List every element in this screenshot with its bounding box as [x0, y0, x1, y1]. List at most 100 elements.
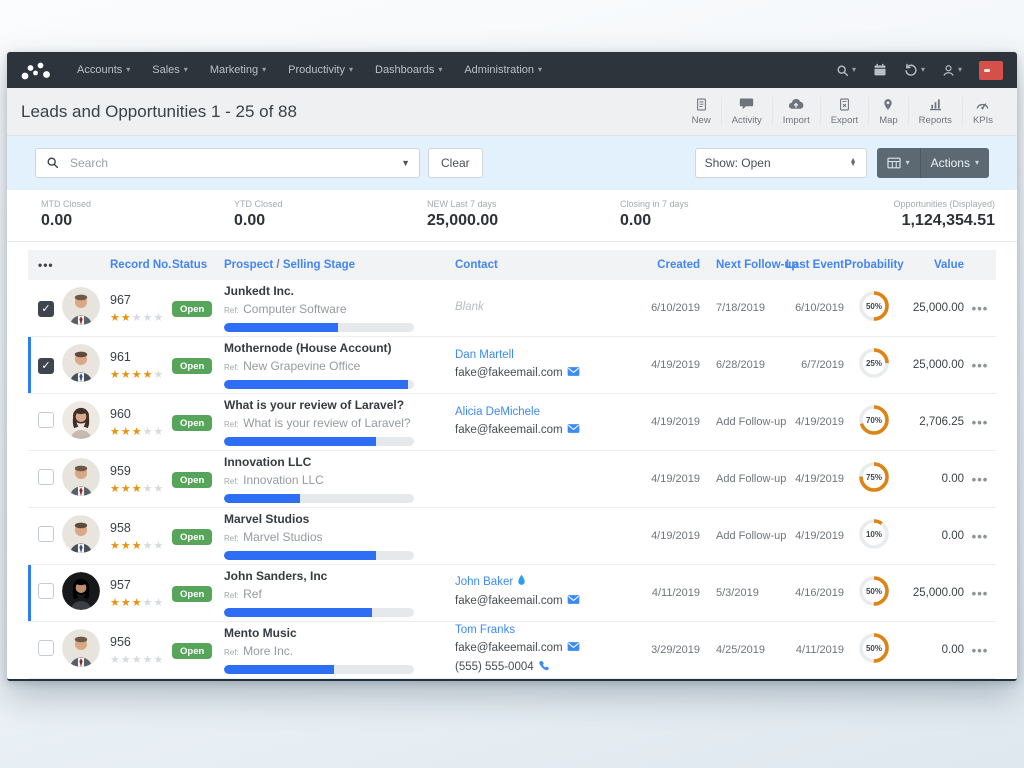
row-checkbox[interactable]: [38, 358, 54, 374]
history-button[interactable]: ▾: [904, 63, 925, 77]
row-menu-icon[interactable]: •••: [964, 415, 996, 430]
record-number[interactable]: 958: [110, 521, 172, 535]
apps-button[interactable]: [979, 61, 1003, 80]
row-checkbox[interactable]: [38, 640, 54, 656]
next-followup: Add Follow-up: [700, 416, 780, 428]
avatar[interactable]: [62, 344, 100, 382]
star-rating[interactable]: ★★★★★: [110, 311, 172, 324]
record-number[interactable]: 960: [110, 407, 172, 421]
col-next-followup[interactable]: Next Follow-up: [700, 259, 780, 271]
contact-name-link[interactable]: John Baker: [455, 576, 513, 588]
contact-name-link[interactable]: Tom Franks: [455, 624, 515, 636]
toolbar-reports-button[interactable]: Reports: [908, 97, 962, 126]
star-rating[interactable]: ★★★★★: [110, 425, 172, 438]
prospect-name[interactable]: Mento Music: [224, 626, 414, 640]
col-status[interactable]: Status: [172, 259, 224, 271]
col-probability[interactable]: Probability: [844, 259, 904, 271]
view-mode-button[interactable]: ▾: [877, 148, 920, 178]
prospect-name[interactable]: Marvel Studios: [224, 512, 414, 526]
calendar-button[interactable]: [873, 63, 887, 77]
search-input[interactable]: [35, 148, 420, 178]
avatar[interactable]: [62, 572, 100, 610]
avatar[interactable]: [62, 401, 100, 439]
record-number[interactable]: 961: [110, 350, 172, 364]
toolbar-kpis-button[interactable]: KPIs: [962, 97, 1003, 126]
row-checkbox[interactable]: [38, 526, 54, 542]
contact-email[interactable]: fake@fakeemail.com: [455, 367, 563, 379]
col-selling-stage[interactable]: Selling Stage: [283, 259, 355, 271]
row-menu-icon[interactable]: •••: [964, 643, 996, 658]
col-contact[interactable]: Contact: [440, 259, 638, 271]
probability-donut: 50%: [844, 630, 904, 671]
row-checkbox[interactable]: [38, 412, 54, 428]
nav-item-productivity[interactable]: Productivity▾: [288, 64, 353, 76]
star-rating[interactable]: ★★★★★: [110, 368, 172, 381]
col-record-no[interactable]: Record No.: [110, 259, 172, 271]
col-created[interactable]: Created: [638, 259, 700, 271]
col-prospect[interactable]: Prospect: [224, 259, 273, 271]
star-rating[interactable]: ★★★★★: [110, 596, 172, 609]
search-button[interactable]: ▾: [836, 64, 856, 77]
created-date: 3/29/2019: [638, 644, 700, 656]
record-number[interactable]: 967: [110, 293, 172, 307]
toolbar-map-button[interactable]: Map: [868, 97, 907, 126]
toolbar-new-button[interactable]: New: [682, 97, 721, 126]
contact-phone[interactable]: (555) 555-0004: [455, 661, 534, 673]
prospect-name[interactable]: John Sanders, Inc: [224, 569, 414, 583]
clear-button[interactable]: Clear: [428, 148, 483, 178]
row-checkbox[interactable]: [38, 583, 54, 599]
toolbar-activity-button[interactable]: Activity: [721, 97, 772, 126]
avatar[interactable]: [62, 287, 100, 325]
avatar[interactable]: [62, 629, 100, 667]
search-dropdown-caret-icon[interactable]: ▼: [401, 158, 410, 168]
nav-item-administration[interactable]: Administration▾: [464, 64, 542, 76]
caret-down-icon: ▾: [126, 66, 130, 74]
prospect-name[interactable]: Junkedt Inc.: [224, 284, 414, 298]
star-rating[interactable]: ★★★★★: [110, 539, 172, 552]
prospect-name[interactable]: Mothernode (House Account): [224, 341, 414, 355]
header-menu-icon[interactable]: •••: [28, 258, 62, 272]
avatar[interactable]: [62, 458, 100, 496]
next-followup: 7/18/2019: [700, 302, 780, 314]
avatar[interactable]: [62, 515, 100, 553]
prospect-name[interactable]: Innovation LLC: [224, 455, 414, 469]
toolbar-import-button[interactable]: Import: [772, 97, 820, 126]
col-last-event[interactable]: Last Event: [780, 259, 844, 271]
star-icon: ★: [154, 426, 165, 438]
record-number[interactable]: 956: [110, 635, 172, 649]
row-menu-icon[interactable]: •••: [964, 301, 996, 316]
app-logo-icon[interactable]: [21, 59, 51, 81]
contact-email[interactable]: fake@fakeemail.com: [455, 595, 563, 607]
nav-item-sales[interactable]: Sales▾: [152, 64, 188, 76]
row-checkbox[interactable]: [38, 301, 54, 317]
toolbar-export-button[interactable]: Export: [820, 97, 868, 126]
nav-item-dashboards[interactable]: Dashboards▾: [375, 64, 442, 76]
stat-value: 25,000.00: [427, 212, 620, 230]
toolbar-label: KPIs: [973, 115, 993, 126]
ref-label: Ref:: [224, 534, 239, 543]
nav-item-marketing[interactable]: Marketing▾: [210, 64, 266, 76]
record-number[interactable]: 959: [110, 464, 172, 478]
add-followup-link[interactable]: Add Follow-up: [716, 530, 786, 542]
col-value[interactable]: Value: [904, 259, 964, 271]
prospect-name[interactable]: What is your review of Laravel?: [224, 398, 414, 412]
nav-item-accounts[interactable]: Accounts▾: [77, 64, 130, 76]
show-filter-select[interactable]: Show: Open ▲▼: [695, 148, 867, 178]
contact-name-link[interactable]: Dan Martell: [455, 349, 514, 361]
star-rating[interactable]: ★★★★★: [110, 482, 172, 495]
row-menu-icon[interactable]: •••: [964, 586, 996, 601]
star-rating[interactable]: ★★★★★: [110, 653, 172, 666]
row-checkbox[interactable]: [38, 469, 54, 485]
row-menu-icon[interactable]: •••: [964, 472, 996, 487]
contact-email[interactable]: fake@fakeemail.com: [455, 642, 563, 654]
col-prospect-stage[interactable]: Prospect / Selling Stage: [224, 259, 440, 271]
user-button[interactable]: ▾: [942, 64, 962, 77]
record-number[interactable]: 957: [110, 578, 172, 592]
row-menu-icon[interactable]: •••: [964, 358, 996, 373]
contact-email[interactable]: fake@fakeemail.com: [455, 424, 563, 436]
row-menu-icon[interactable]: •••: [964, 529, 996, 544]
add-followup-link[interactable]: Add Follow-up: [716, 473, 786, 485]
contact-name-link[interactable]: Alicia DeMichele: [455, 406, 540, 418]
actions-button[interactable]: Actions ▾: [920, 148, 989, 178]
add-followup-link[interactable]: Add Follow-up: [716, 416, 786, 428]
